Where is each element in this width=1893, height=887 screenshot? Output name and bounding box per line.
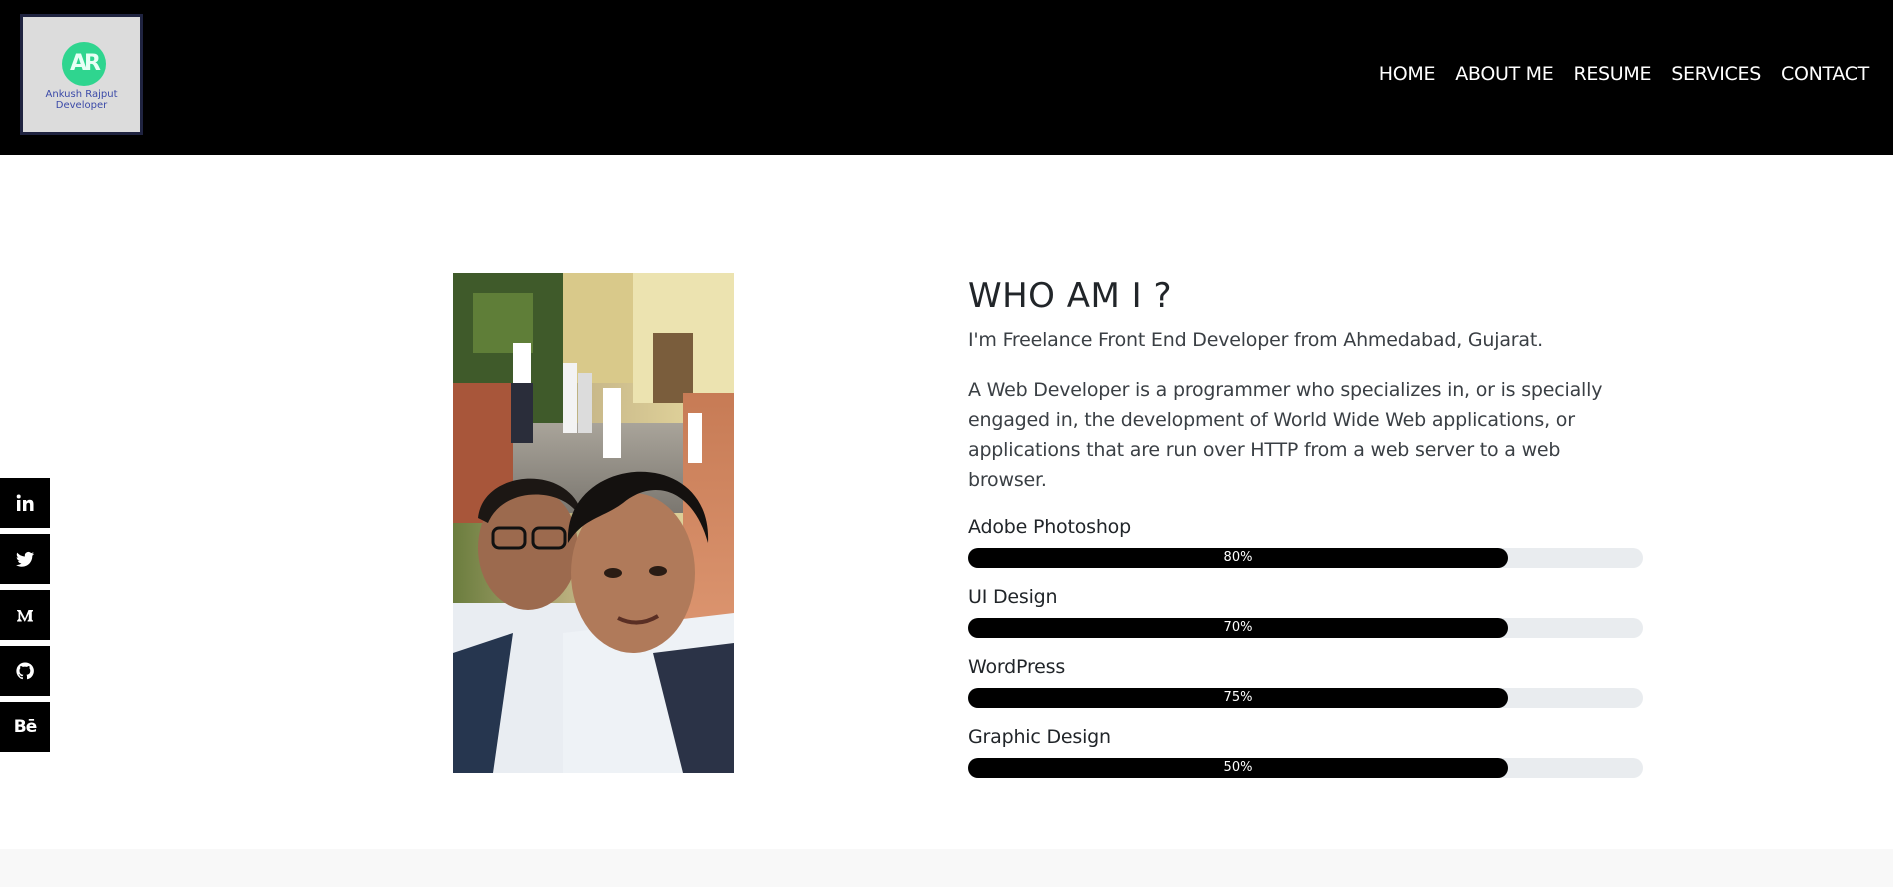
skills-list: Adobe Photoshop 80% UI Design 70% WordPr…	[968, 515, 1644, 795]
github-link[interactable]	[0, 646, 50, 696]
social-sidebar: Bē	[0, 478, 50, 758]
next-section	[0, 849, 1893, 887]
main-nav: HOME ABOUT ME RESUME SERVICES CONTACT	[1379, 63, 1870, 85]
skill-progress-bar: 80%	[968, 548, 1508, 568]
nav-contact[interactable]: CONTACT	[1781, 63, 1869, 85]
skill-progress-track: 80%	[968, 548, 1643, 568]
about-heading: WHO AM I ?	[968, 276, 1173, 316]
profile-photo	[453, 273, 734, 773]
logo-text: Ankush Rajput Developer	[23, 89, 140, 111]
nav-services[interactable]: SERVICES	[1671, 63, 1761, 85]
medium-link[interactable]	[0, 590, 50, 640]
skill-label: UI Design	[968, 586, 1058, 608]
skill-progress-track: 50%	[968, 758, 1643, 778]
site-header: AR Ankush Rajput Developer HOME ABOUT ME…	[0, 0, 1893, 155]
site-logo[interactable]: AR Ankush Rajput Developer	[20, 14, 143, 135]
skill-item: UI Design 70%	[968, 585, 1644, 655]
nav-resume[interactable]: RESUME	[1573, 63, 1651, 85]
skill-progress-bar: 70%	[968, 618, 1508, 638]
skill-label: WordPress	[968, 656, 1066, 678]
about-section: WHO AM I ? I'm Freelance Front End Devel…	[968, 270, 1644, 795]
github-icon	[16, 662, 34, 680]
skill-item: Graphic Design 50%	[968, 725, 1644, 795]
skill-item: WordPress 75%	[968, 655, 1644, 725]
behance-link[interactable]: Bē	[0, 702, 50, 752]
skill-progress-bar: 75%	[968, 688, 1508, 708]
behance-icon: Bē	[13, 717, 37, 737]
about-description: A Web Developer is a programmer who spec…	[968, 379, 1603, 491]
about-intro: I'm Freelance Front End Developer from A…	[968, 329, 1543, 351]
linkedin-link[interactable]	[0, 478, 50, 528]
profile-photo-image	[453, 273, 734, 773]
skill-progress-track: 70%	[968, 618, 1643, 638]
twitter-link[interactable]	[0, 534, 50, 584]
nav-home[interactable]: HOME	[1379, 63, 1436, 85]
skill-label: Adobe Photoshop	[968, 516, 1131, 538]
linkedin-icon	[16, 494, 34, 511]
skill-progress-bar: 50%	[968, 758, 1508, 778]
logo-monogram: AR	[62, 42, 106, 86]
skill-progress-track: 75%	[968, 688, 1643, 708]
nav-about-me[interactable]: ABOUT ME	[1455, 63, 1554, 85]
twitter-icon	[16, 551, 34, 567]
skill-label: Graphic Design	[968, 726, 1111, 748]
skill-item: Adobe Photoshop 80%	[968, 515, 1644, 585]
medium-icon	[17, 610, 33, 622]
logo-line-2: Developer	[55, 100, 108, 111]
logo-line-1: Ankush Rajput	[45, 89, 118, 100]
